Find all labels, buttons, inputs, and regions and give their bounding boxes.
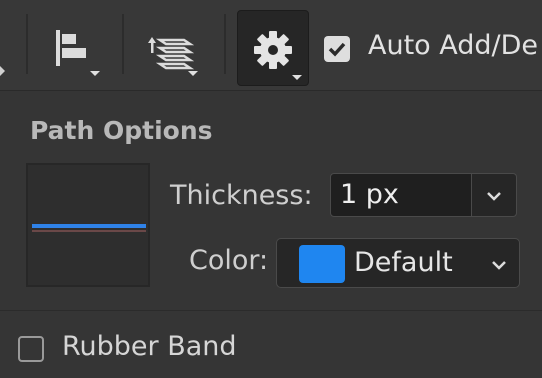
color-select[interactable]: Default <box>276 238 520 288</box>
toolbar-bottom-border <box>0 90 542 91</box>
rubber-band-checkbox[interactable] <box>18 336 44 362</box>
thickness-input[interactable]: 1 px <box>330 173 472 217</box>
path-options-button[interactable] <box>237 10 309 86</box>
chevron-down-icon <box>492 261 506 270</box>
toolbar-divider <box>26 14 28 74</box>
path-arrangement-icon <box>148 37 198 76</box>
gear-icon <box>254 31 302 80</box>
thickness-label: Thickness: <box>170 180 313 211</box>
menu-arrow-icon[interactable] <box>0 66 8 76</box>
color-select-value: Default <box>354 247 453 278</box>
path-preview-line-shadow <box>32 230 146 232</box>
color-label: Color: <box>189 245 269 276</box>
path-preview-line <box>32 224 146 228</box>
align-icon <box>56 30 100 76</box>
section-divider <box>0 310 542 311</box>
toolbar-divider <box>122 14 124 74</box>
path-preview <box>26 163 150 287</box>
path-arrangement-button[interactable] <box>140 10 206 80</box>
options-toolbar: Auto Add/De <box>0 0 542 90</box>
path-alignment-button[interactable] <box>48 10 106 80</box>
section-title: Path Options <box>30 116 213 145</box>
toolbar-divider <box>224 14 226 74</box>
rubber-band-label[interactable]: Rubber Band <box>62 331 237 362</box>
auto-add-delete-label[interactable]: Auto Add/De <box>368 30 538 61</box>
checkmark-icon <box>328 42 346 57</box>
color-swatch <box>299 245 345 283</box>
thickness-dropdown-button[interactable] <box>472 173 517 217</box>
chevron-down-icon <box>487 192 501 201</box>
auto-add-delete-checkbox[interactable] <box>324 36 350 62</box>
